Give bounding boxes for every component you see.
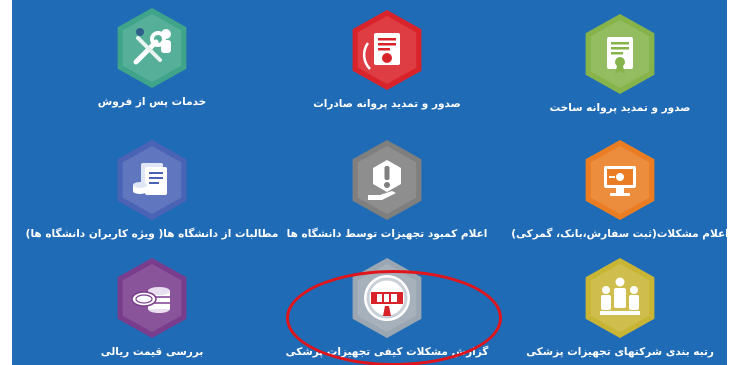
tile-label: صدور و تمدید پروانه ساخت [549, 102, 691, 114]
people-ranking-icon [585, 258, 655, 338]
tile-label: اعلام کمبود تجهیزات توسط دانشگاه ها [286, 228, 488, 240]
certificate-icon [585, 14, 655, 94]
tools-person-icon [117, 8, 187, 88]
tile-quality-report[interactable]: گزارش مشکلات کیفی تجهیزات پزشکی [285, 258, 489, 365]
tile-after-sales-service[interactable]: خدمات پس از فروش [52, 8, 252, 118]
coins-icon [117, 258, 187, 338]
tile-label: اعلام مشکلات(ثبت سفارش،بانک، گمرکی) [511, 228, 727, 240]
services-panel: خدمات پس از فروش صدور و تمدید پروانه صاد… [12, 0, 727, 365]
tile-company-ranking[interactable]: رتبه بندی شرکتهای تجهیزات پزشکی [520, 258, 720, 365]
tile-export-license[interactable]: صدور و تمدید پروانه صادرات [287, 10, 487, 120]
tile-equipment-shortage[interactable]: اعلام کمبود تجهیزات توسط دانشگاه ها [287, 140, 487, 250]
monitor-icon [585, 140, 655, 220]
documents-icon [117, 140, 187, 220]
certificate-icon [352, 10, 422, 90]
tile-label: صدور و تمدید پروانه صادرات [313, 98, 461, 110]
tile-label: رتبه بندی شرکتهای تجهیزات پزشکی [526, 346, 714, 358]
tile-label: گزارش مشکلات کیفی تجهیزات پزشکی [285, 346, 489, 358]
tile-rial-price-review[interactable]: بررسی قیمت ریالی [52, 258, 252, 365]
mdr-logo-icon [352, 258, 422, 338]
tile-manufacture-license[interactable]: صدور و تمدید پروانه ساخت [520, 14, 720, 124]
tile-problems-report[interactable]: اعلام مشکلات(ثبت سفارش،بانک، گمرکی) [511, 140, 727, 250]
alert-hand-icon [352, 140, 422, 220]
tile-label: بررسی قیمت ریالی [100, 346, 204, 358]
tile-university-claims[interactable]: مطالبات از دانشگاه ها( ویژه کاربران دانش… [26, 140, 278, 250]
tile-label: خدمات پس از فروش [97, 96, 207, 108]
tile-label: مطالبات از دانشگاه ها( ویژه کاربران دانش… [25, 228, 279, 240]
